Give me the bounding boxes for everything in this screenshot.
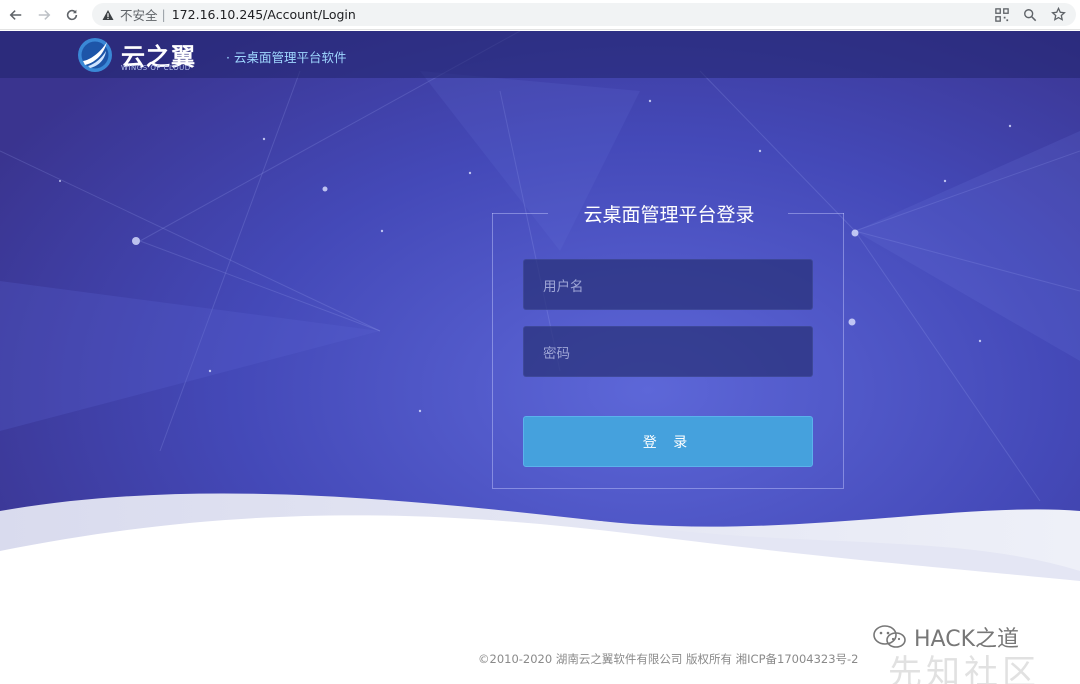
wings-logo-icon <box>78 38 112 72</box>
product-tagline: · 云桌面管理平台软件 <box>226 50 347 65</box>
login-button[interactable]: 登 录 <box>523 416 813 467</box>
footer-copyright: ©2010-2020 湖南云之翼软件有限公司 版权所有 湘ICP备1700432… <box>478 652 859 666</box>
username-placeholder: 用户名 <box>543 278 584 295</box>
qr-code-icon[interactable] <box>994 7 1010 23</box>
login-page: 云之翼 WINGS OF CLOUD · 云桌面管理平台软件 云桌面管理平台登录… <box>0 31 1080 684</box>
bookmark-star-icon[interactable] <box>1050 7 1066 23</box>
watermark: HACK之道 <box>872 621 1019 653</box>
login-title: 云桌面管理平台登录 <box>583 204 755 226</box>
brand-subtitle: WINGS OF CLOUD <box>121 64 191 72</box>
watermark-text: HACK之道 <box>914 627 1019 652</box>
zoom-icon[interactable] <box>1022 7 1038 23</box>
back-icon[interactable] <box>2 1 30 29</box>
url-separator: | <box>161 7 166 22</box>
browser-toolbar: 不安全 | 172.16.10.245/Account/Login <box>0 0 1080 30</box>
username-input[interactable]: 用户名 <box>523 259 813 310</box>
address-bar[interactable]: 不安全 | 172.16.10.245/Account/Login <box>92 3 1076 26</box>
login-panel: 云桌面管理平台登录 用户名 密码 登 录 <box>492 204 844 489</box>
warning-icon[interactable] <box>102 9 114 21</box>
url-text[interactable]: 172.16.10.245/Account/Login <box>172 7 356 22</box>
reload-icon[interactable] <box>58 1 86 29</box>
address-actions <box>994 3 1066 26</box>
forward-icon[interactable] <box>30 1 58 29</box>
insecure-label: 不安全 <box>120 8 158 23</box>
wechat-icon <box>873 625 906 648</box>
password-input[interactable]: 密码 <box>523 326 813 377</box>
password-placeholder: 密码 <box>543 345 570 362</box>
